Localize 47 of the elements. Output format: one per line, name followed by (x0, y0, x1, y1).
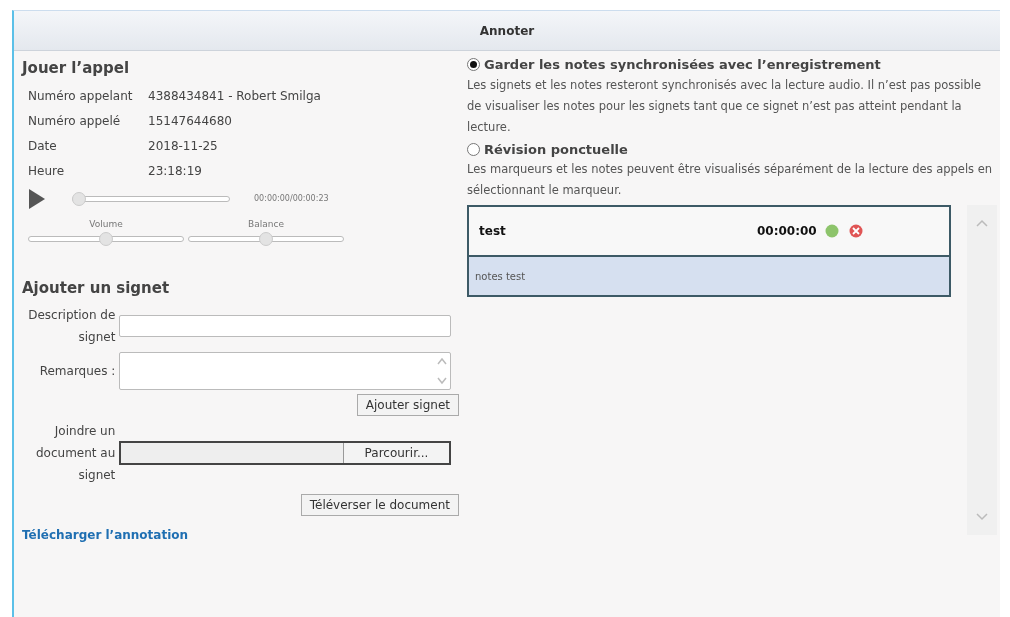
radio-button[interactable] (467, 142, 480, 156)
slider-thumb[interactable] (72, 191, 86, 206)
slider-thumb[interactable] (99, 232, 113, 246)
radio-label: Garder les notes synchronisées avec l’enregistrement (484, 56, 881, 74)
radio-button[interactable] (467, 58, 480, 72)
upload-button[interactable]: Téléverser le document (300, 493, 459, 516)
info-label: Numéro appelant (28, 87, 134, 105)
bookmark-title: test (479, 223, 507, 240)
file-field[interactable]: Parcourir... (119, 440, 451, 465)
field-label: Remarques : (38, 362, 117, 380)
slider-thumb[interactable] (259, 232, 273, 246)
download-link[interactable]: Télécharger l’annotation (22, 525, 189, 544)
text-field[interactable] (119, 314, 451, 337)
info-label: Date (28, 137, 58, 155)
scroll-up-icon[interactable] (976, 219, 988, 228)
info-label: Heure (28, 162, 66, 180)
add-bookmark-button[interactable]: Ajouter signet (356, 393, 459, 416)
slider-label: Balance (248, 217, 284, 231)
progress-track[interactable] (72, 190, 230, 207)
field-label: Description de signet (27, 306, 117, 346)
scroll-arrows-icon[interactable] (437, 355, 447, 386)
section-title: Jouer l’appel (22, 58, 131, 79)
bookmark-card[interactable]: test 00:00:00 notes test (467, 205, 951, 297)
slider-track[interactable] (28, 231, 184, 247)
mode-description: Les marqueurs et les notes peuvent être visualisés séparément de la lecture des appels en sélectionnant le marqueur. (467, 161, 994, 199)
info-value: 15147644680 (148, 112, 232, 130)
field-label: Joindre un document au signet (35, 422, 117, 484)
info-value: 4388434841 - Robert Smilga (148, 87, 321, 105)
time-reading: 00:00:00/00:00:23 (254, 192, 329, 205)
scrollbar[interactable] (967, 205, 997, 535)
slider-track[interactable] (188, 231, 344, 247)
radio-label: Révision ponctuelle (484, 140, 628, 159)
slider-label: Volume (89, 217, 123, 231)
scroll-down-icon[interactable] (976, 512, 988, 521)
info-label: Numéro appelé (28, 112, 122, 130)
delete-icon[interactable] (848, 224, 863, 238)
browse-button[interactable]: Parcourir... (343, 442, 449, 463)
textarea-field[interactable] (119, 351, 451, 390)
panel-title: Annoter (479, 22, 535, 40)
play-icon[interactable] (28, 187, 46, 210)
bookmark-notes: notes test (469, 257, 949, 295)
info-value: 23:18:19 (148, 162, 202, 180)
mode-description: Les signets et les notes resteront synchronisés avec la lecture audio. Il n’est pas possible de visualiser les notes pour les signets tant que ce signet n’est pas atteint pendant la lecture. (467, 76, 982, 136)
bookmark-time: 00:00:00 (757, 223, 817, 240)
info-value: 2018-11-25 (148, 137, 218, 155)
section-title: Ajouter un signet (22, 278, 171, 299)
confirm-icon[interactable] (824, 224, 839, 238)
